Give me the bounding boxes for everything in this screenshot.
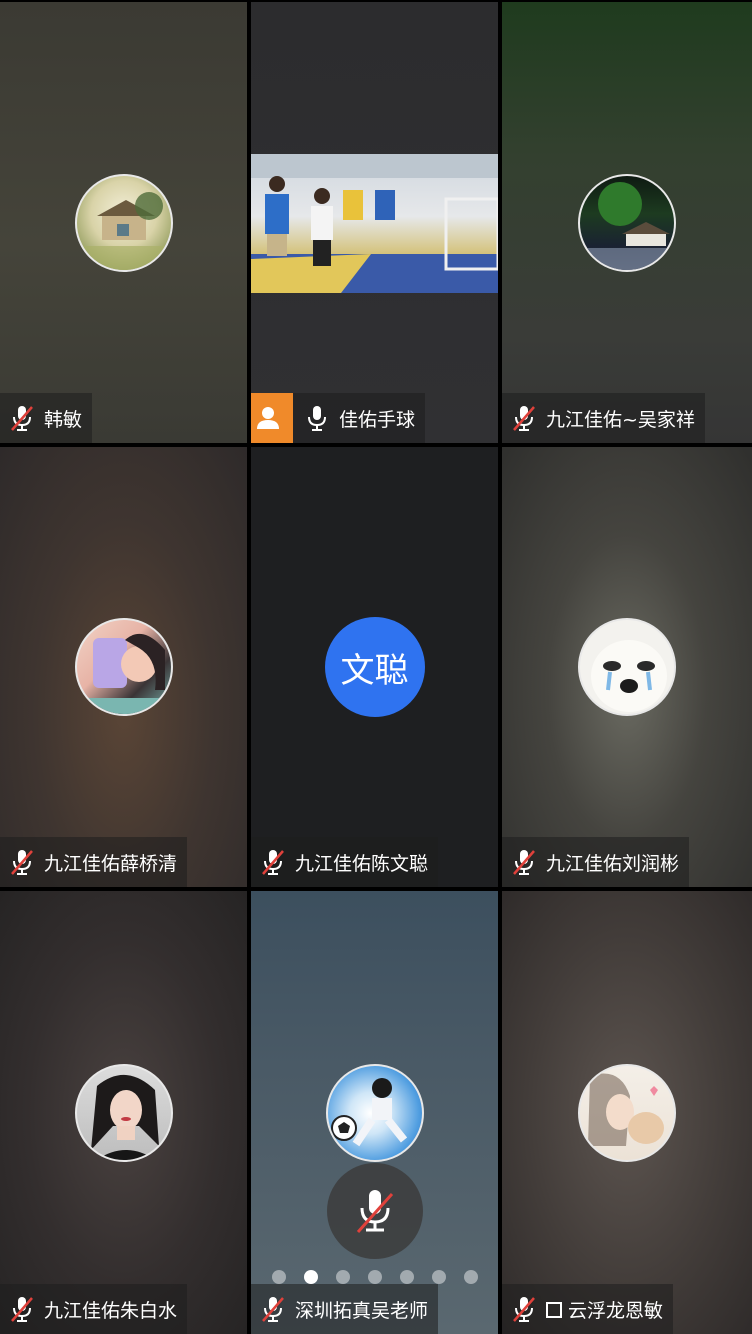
participant-tile[interactable]: 佳佑手球 bbox=[251, 2, 498, 443]
participant-name-with-box: 云浮龙恩敏 bbox=[546, 1296, 663, 1323]
mic-muted-icon bbox=[11, 406, 33, 431]
participant-tile[interactable]: 文聪 九江佳佑陈文聪 bbox=[251, 447, 498, 887]
mic-muted-icon bbox=[11, 1297, 33, 1322]
person-icon bbox=[251, 393, 293, 443]
participant-name: 云浮龙恩敏 bbox=[568, 1299, 664, 1322]
name-tag: 云浮龙恩敏 bbox=[502, 1284, 674, 1334]
name-tag: 佳佑手球 bbox=[251, 393, 426, 443]
mic-icon bbox=[308, 406, 326, 431]
participant-avatar bbox=[74, 173, 173, 272]
mic-muted-icon bbox=[356, 1190, 394, 1234]
mic-muted-icon bbox=[513, 1297, 535, 1322]
page-dot[interactable] bbox=[400, 1270, 414, 1284]
participant-tile[interactable]: 云浮龙恩敏 bbox=[502, 891, 752, 1334]
mic-muted-icon bbox=[262, 850, 284, 875]
participant-avatar bbox=[578, 173, 676, 272]
participant-avatar bbox=[325, 1063, 424, 1162]
participant-tile[interactable]: 九江佳佑薛桥清 bbox=[0, 447, 247, 887]
page-dot[interactable] bbox=[336, 1270, 350, 1284]
page-dot[interactable] bbox=[368, 1270, 382, 1284]
participant-name: 九江佳佑朱白水 bbox=[44, 1299, 178, 1322]
participant-avatar bbox=[74, 1063, 173, 1162]
mic-muted-icon bbox=[11, 850, 33, 875]
participant-initials-avatar: 文聪 bbox=[324, 617, 425, 717]
participant-name: 九江佳佑薛桥清 bbox=[44, 852, 178, 875]
participant-tile[interactable]: 九江佳佑~吴家祥 bbox=[502, 2, 752, 443]
participant-tile[interactable]: 九江佳佑刘润彬 bbox=[502, 447, 752, 887]
name-tag: 九江佳佑刘润彬 bbox=[502, 837, 690, 887]
participant-name: 九江佳佑刘润彬 bbox=[546, 852, 680, 875]
name-tag: 深圳拓真吴老师 bbox=[251, 1284, 439, 1334]
square-glyph-icon bbox=[546, 1301, 562, 1318]
page-dot[interactable] bbox=[272, 1270, 286, 1284]
mic-muted-icon bbox=[513, 406, 535, 431]
name-tag: 九江佳佑朱白水 bbox=[0, 1284, 188, 1334]
name-tag: 韩敏 bbox=[0, 393, 93, 443]
mic-muted-icon bbox=[262, 1297, 284, 1322]
participant-name: 九江佳佑陈文聪 bbox=[295, 852, 429, 875]
name-tag: 九江佳佑陈文聪 bbox=[251, 837, 439, 887]
video-feed bbox=[251, 154, 498, 293]
page-indicator[interactable] bbox=[272, 1270, 478, 1284]
page-dot-active[interactable] bbox=[304, 1270, 318, 1284]
participant-avatar bbox=[578, 1063, 676, 1162]
page-dot[interactable] bbox=[464, 1270, 478, 1284]
participant-avatar bbox=[74, 618, 173, 716]
participant-avatar bbox=[578, 618, 676, 716]
participant-name: 韩敏 bbox=[44, 408, 83, 431]
mic-muted-icon bbox=[513, 850, 535, 875]
participant-tile[interactable]: 深圳拓真吴老师 bbox=[251, 891, 498, 1334]
toggle-mic-button[interactable] bbox=[327, 1163, 423, 1259]
participant-name: 佳佑手球 bbox=[339, 408, 416, 431]
participant-tile[interactable]: 九江佳佑朱白水 bbox=[0, 891, 247, 1334]
participant-name: 深圳拓真吴老师 bbox=[295, 1299, 429, 1322]
participant-name: 九江佳佑~吴家祥 bbox=[546, 408, 695, 431]
name-tag: 九江佳佑薛桥清 bbox=[0, 837, 188, 887]
video-grid: 韩敏 佳佑手球 九江佳佑~吴家祥 九江佳佑薛桥清 文聪 九江佳佑陈文聪 九江佳佑… bbox=[0, 0, 752, 1334]
participant-tile[interactable]: 韩敏 bbox=[0, 2, 247, 443]
page-dot[interactable] bbox=[432, 1270, 446, 1284]
name-tag: 九江佳佑~吴家祥 bbox=[502, 393, 705, 443]
